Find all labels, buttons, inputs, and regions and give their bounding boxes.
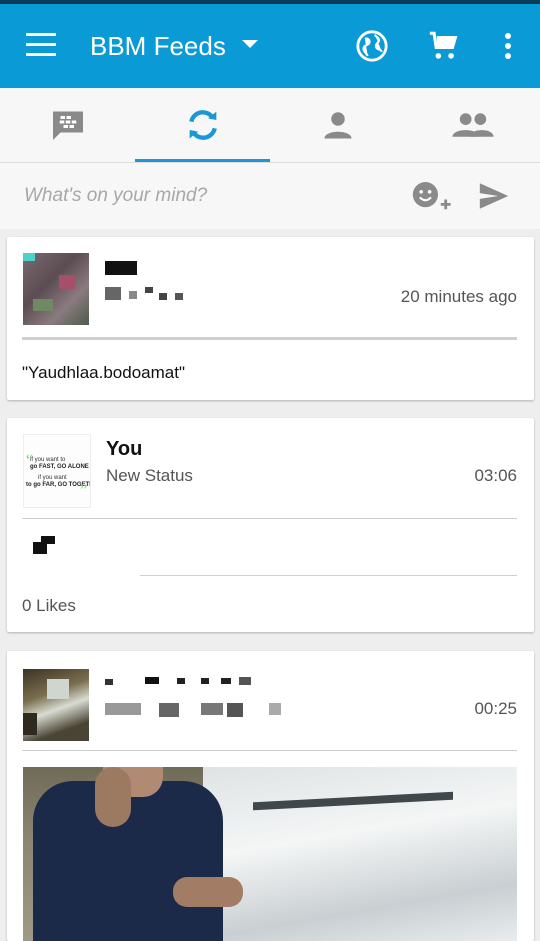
post-author[interactable]: You — [106, 438, 142, 461]
tab-bar — [0, 88, 540, 163]
caret-down-icon[interactable] — [242, 40, 258, 48]
feed-post[interactable]: if you want to go FAST, GO ALONE if you … — [7, 418, 534, 632]
tab-contacts[interactable] — [270, 88, 405, 162]
person-icon — [324, 112, 351, 139]
app-title[interactable]: BBM Feeds — [90, 29, 226, 63]
svg-text:”: ” — [80, 482, 87, 499]
avatar[interactable] — [23, 253, 89, 325]
svg-text:if you want: if you want — [38, 475, 67, 481]
feed-post[interactable]: 00:25 — [7, 651, 534, 941]
bbm-chat-icon — [52, 111, 83, 140]
globe-icon[interactable] — [352, 24, 392, 68]
more-vertical-icon[interactable] — [488, 24, 528, 68]
status-composer: What's on your mind? — [0, 163, 540, 229]
post-time: 20 minutes ago — [400, 287, 517, 306]
hamburger-icon[interactable] — [26, 33, 56, 57]
likes-count[interactable]: 0 Likes — [22, 596, 76, 616]
post-text: "Yaudhlaa.bodoamat" — [22, 363, 185, 382]
avatar[interactable] — [23, 669, 89, 741]
refresh-icon — [188, 110, 217, 140]
divider — [140, 575, 517, 576]
status-input[interactable]: What's on your mind? — [24, 185, 207, 207]
post-time: 03:06 — [474, 466, 517, 485]
redacted-name — [105, 261, 137, 275]
send-icon[interactable] — [476, 179, 512, 218]
redacted-name — [105, 679, 113, 685]
svg-text:if you want to: if you want to — [30, 457, 66, 463]
tab-updates[interactable] — [135, 88, 270, 162]
avatar[interactable]: if you want to go FAST, GO ALONE if you … — [23, 434, 103, 508]
feed-post[interactable]: 20 minutes ago "Yaudhlaa.bodoamat" — [7, 237, 534, 400]
redacted-subtitle — [105, 287, 121, 300]
cart-icon[interactable] — [424, 24, 464, 68]
divider — [22, 337, 517, 340]
svg-text:go FAST, GO ALONE: go FAST, GO ALONE — [30, 464, 89, 470]
post-time: 00:25 — [474, 699, 517, 718]
tab-chats[interactable] — [0, 88, 135, 162]
groups-icon — [451, 113, 494, 137]
post-photo[interactable] — [23, 767, 517, 941]
tab-groups[interactable] — [405, 88, 540, 162]
divider — [22, 750, 517, 751]
post-subtitle: New Status — [106, 466, 193, 485]
svg-text:“: “ — [26, 452, 33, 469]
redacted-subtitle — [105, 703, 141, 715]
app-bar: BBM Feeds — [0, 4, 540, 88]
emoticon-add-icon[interactable] — [410, 179, 452, 218]
divider — [22, 518, 517, 519]
